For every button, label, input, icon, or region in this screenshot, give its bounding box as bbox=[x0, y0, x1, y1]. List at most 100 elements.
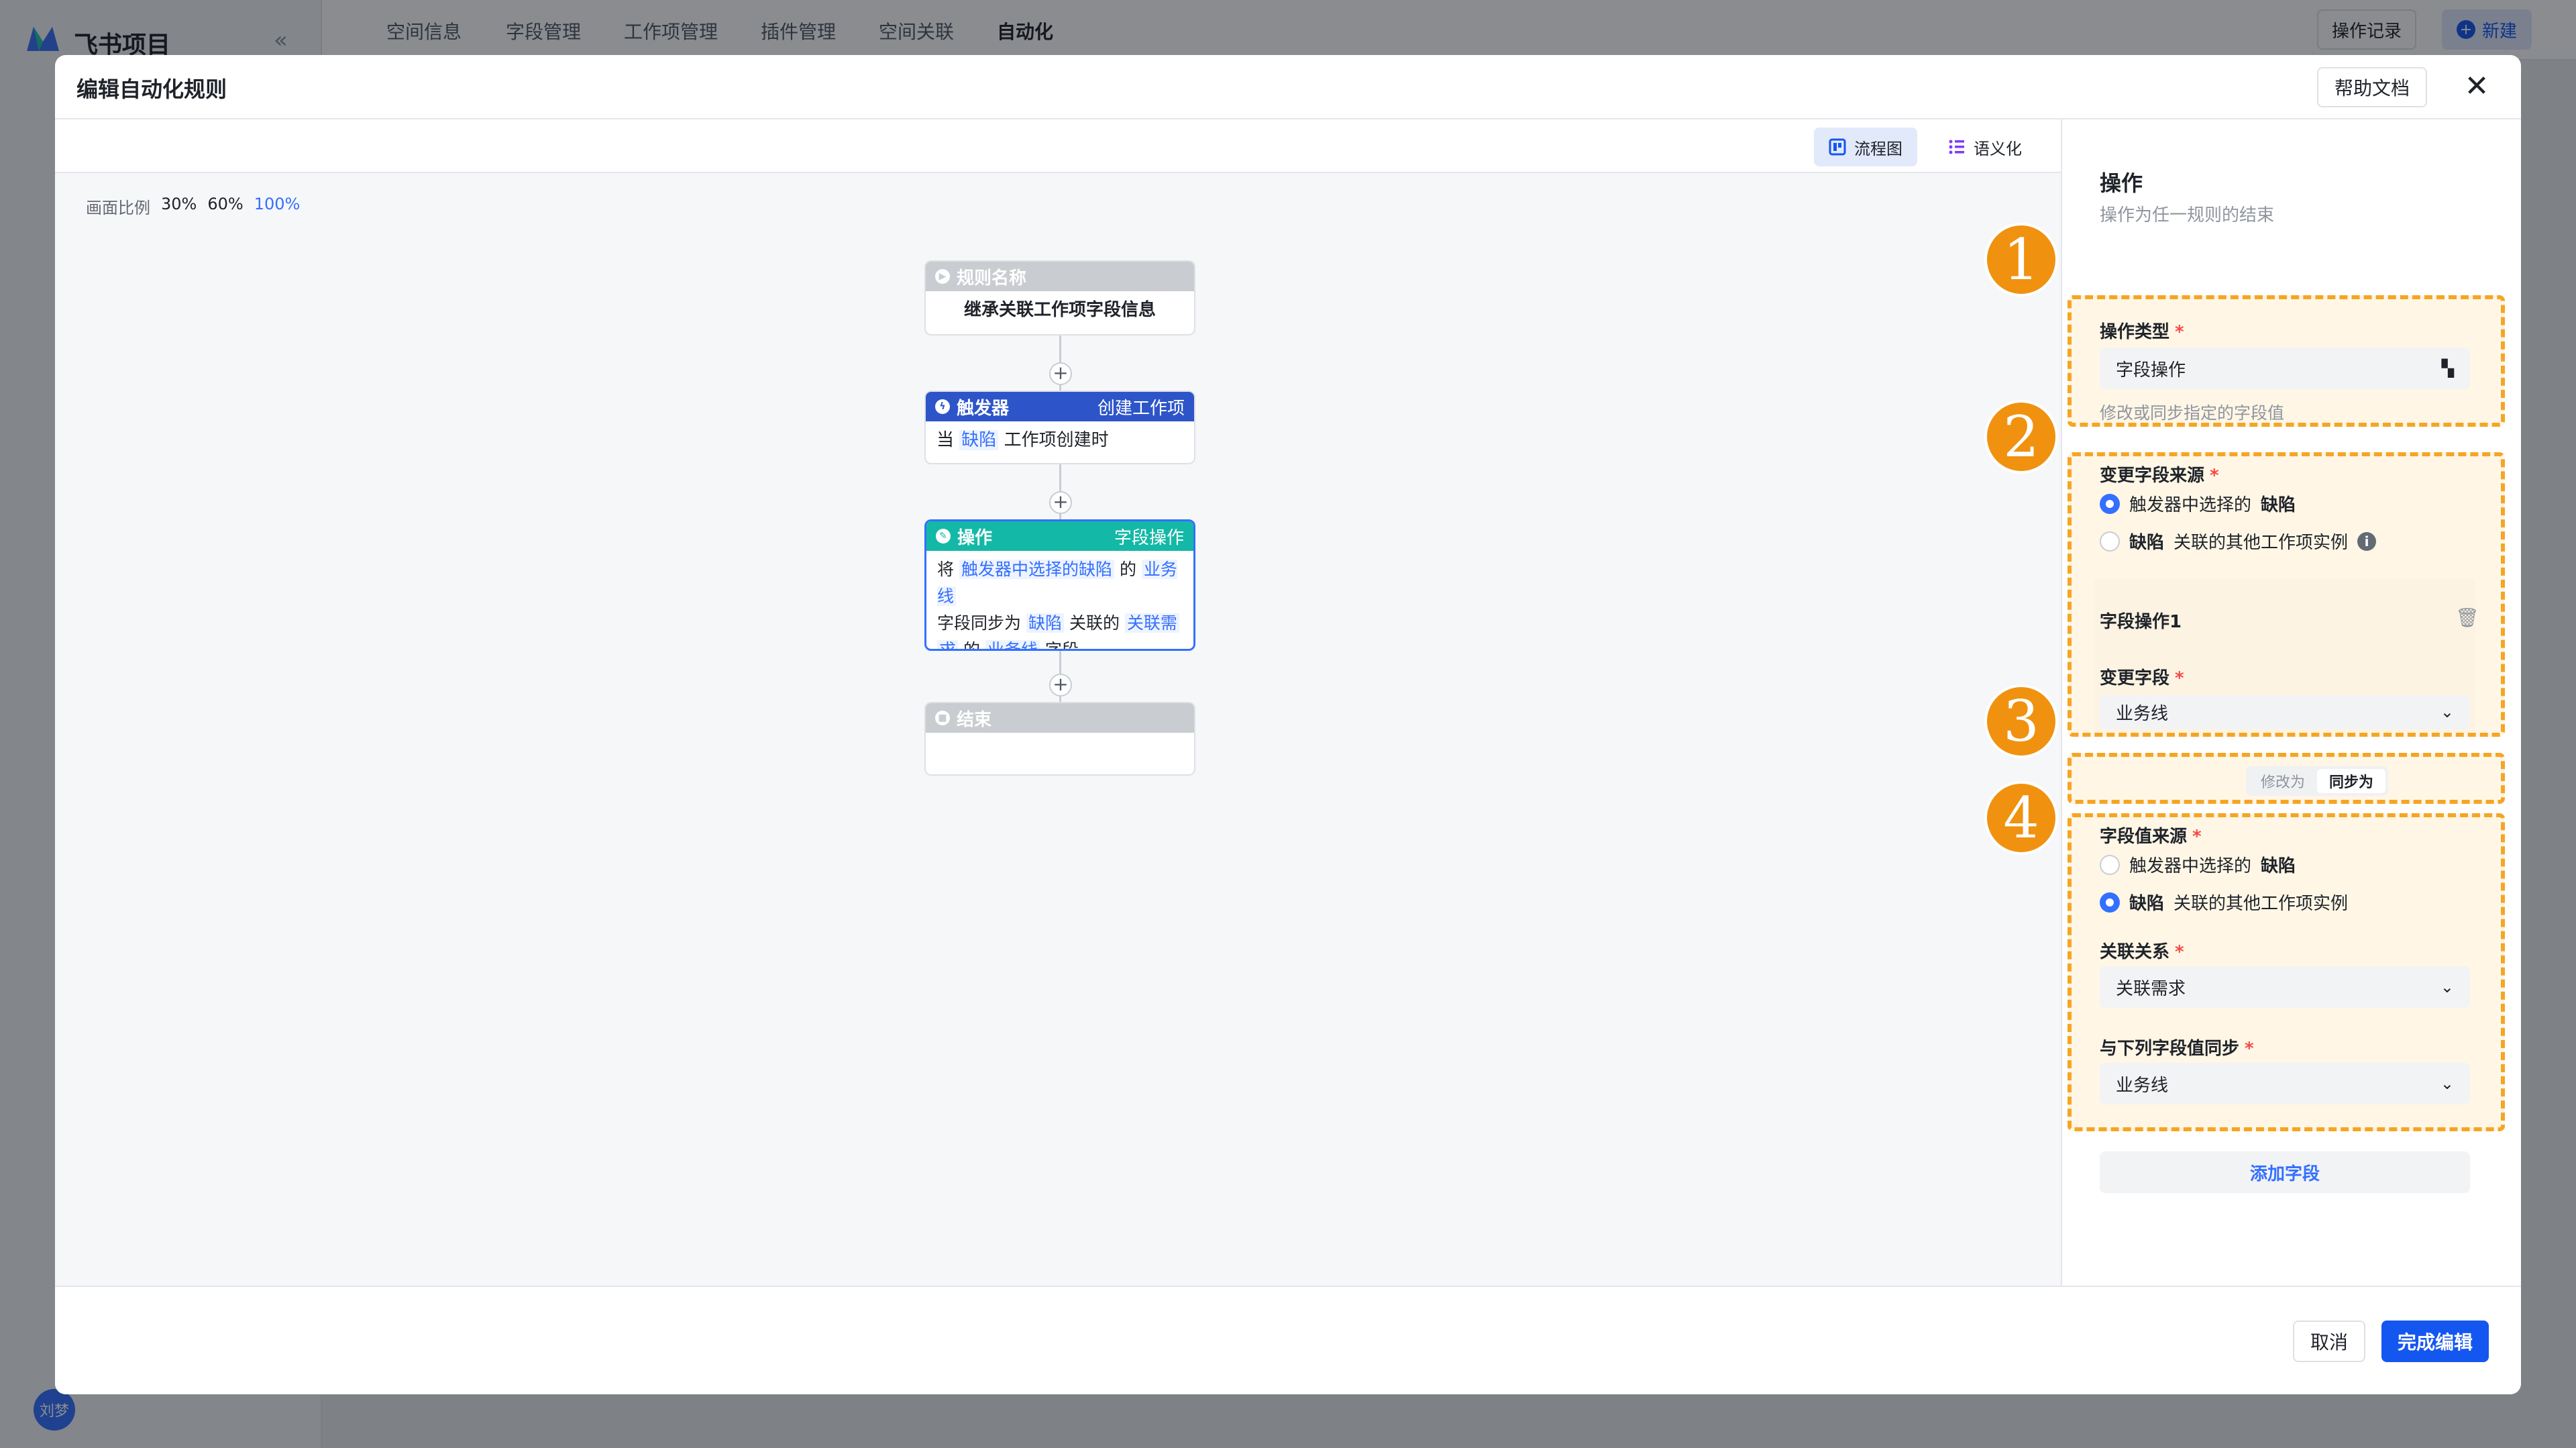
rule-name-node[interactable]: ▶ 规则名称 继承关联工作项字段信息 bbox=[924, 260, 1195, 335]
view-toggle-bar: 流程图 语义化 bbox=[55, 119, 2061, 173]
callout-badge-3: 3 bbox=[1984, 684, 2058, 758]
flow-canvas[interactable]: 流程图 语义化 画面比例 30% 60% 100% ▶ 规则名称 继承关联工作项… bbox=[55, 119, 2061, 1286]
trigger-node-title: 触发器 bbox=[957, 398, 1010, 419]
trigger-text: 工作项创建时 bbox=[1004, 430, 1109, 450]
sync-field-label: 与下列字段值同步 * bbox=[2100, 1039, 2254, 1059]
finish-editing-button[interactable]: 完成编辑 bbox=[2381, 1321, 2489, 1362]
radio-unselected[interactable] bbox=[2100, 531, 2120, 552]
operation-type-select[interactable]: 字段操作 ▚ bbox=[2100, 348, 2470, 389]
rule-name-node-title: 规则名称 bbox=[957, 268, 1027, 289]
action-text: 关联的 bbox=[1069, 613, 1120, 633]
trigger-node[interactable]: ϟ 触发器 创建工作项 当 缺陷 工作项创建时 bbox=[924, 391, 1195, 464]
action-text: 字段同步为 bbox=[937, 613, 1022, 633]
dialog-footer: 取消 完成编辑 bbox=[55, 1286, 2521, 1394]
play-icon: ▶ bbox=[935, 269, 950, 284]
trigger-text: 当 bbox=[936, 430, 955, 450]
sync-field-value: 业务线 bbox=[2116, 1075, 2169, 1096]
rule-name-value: 继承关联工作项字段信息 bbox=[963, 300, 1156, 320]
relation-label: 关联关系 * bbox=[2100, 942, 2184, 962]
callout-badge-1: 1 bbox=[1984, 223, 2058, 297]
action-node-header: ✎ 操作 字段操作 bbox=[926, 521, 1193, 551]
callout-badge-2: 2 bbox=[1984, 400, 2058, 474]
zoom-controls: 画面比例 30% 60% 100% bbox=[86, 195, 300, 218]
zoom-60[interactable]: 60% bbox=[207, 195, 243, 218]
value-option-trigger[interactable]: 触发器中选择的 缺陷 bbox=[2100, 852, 2296, 877]
modify-option[interactable]: 修改为 bbox=[2249, 769, 2317, 793]
source-option-related[interactable]: 缺陷 关联的其他工作项实例 i bbox=[2100, 529, 2377, 554]
semantic-view-label: 语义化 bbox=[1974, 139, 2022, 158]
lightning-icon: ϟ bbox=[935, 399, 950, 414]
action-text: 的 bbox=[1119, 560, 1136, 579]
sync-field-select[interactable]: 业务线 ⌄ bbox=[2100, 1063, 2470, 1104]
value-option-text: 关联的其他工作项实例 bbox=[2174, 894, 2349, 914]
modify-sync-toggle[interactable]: 修改为 同步为 bbox=[2246, 766, 2389, 796]
action-source: 触发器中选择的缺陷 bbox=[959, 560, 1114, 579]
end-node-header: ■ 结束 bbox=[926, 703, 1194, 733]
list-icon bbox=[1949, 140, 1964, 154]
trash-icon[interactable]: 🗑 bbox=[2455, 607, 2479, 629]
action-text: 字段 bbox=[1044, 640, 1079, 651]
source-option-item: 缺陷 bbox=[2129, 533, 2165, 553]
radio-selected[interactable] bbox=[2100, 892, 2120, 913]
flowchart-view-label: 流程图 bbox=[1854, 139, 1902, 158]
add-field-button[interactable]: 添加字段 bbox=[2100, 1151, 2470, 1193]
cancel-button[interactable]: 取消 bbox=[2293, 1321, 2365, 1362]
dialog-header: 编辑自动化规则 帮助文档 ✕ bbox=[55, 55, 2521, 119]
end-node-title: 结束 bbox=[957, 709, 992, 730]
wrench-icon: ✎ bbox=[936, 529, 951, 544]
zoom-label: 画面比例 bbox=[86, 199, 150, 217]
relation-select[interactable]: 关联需求 ⌄ bbox=[2100, 966, 2470, 1008]
end-node[interactable]: ■ 结束 bbox=[924, 702, 1195, 776]
panel-subtitle: 操作为任一规则的结束 bbox=[2100, 205, 2275, 225]
change-field-select[interactable]: 业务线 ⌄ bbox=[2100, 695, 2470, 729]
source-option-text: 关联的其他工作项实例 bbox=[2174, 533, 2349, 553]
source-option-item: 缺陷 bbox=[2261, 495, 2296, 515]
trigger-node-header: ϟ 触发器 创建工作项 bbox=[926, 392, 1194, 421]
relation-value: 关联需求 bbox=[2116, 978, 2186, 999]
stop-icon: ■ bbox=[935, 711, 950, 725]
add-step-button[interactable]: + bbox=[1049, 362, 1072, 385]
operation-type-hint: 修改或同步指定的字段值 bbox=[2100, 403, 2285, 423]
panel-title: 操作 bbox=[2100, 170, 2143, 196]
edit-automation-rule-dialog: 编辑自动化规则 帮助文档 ✕ 流程图 语义化 画面比例 30% 60% 100%… bbox=[55, 55, 2521, 1394]
close-icon[interactable]: ✕ bbox=[2457, 64, 2497, 107]
zoom-30[interactable]: 30% bbox=[161, 195, 197, 218]
help-docs-button[interactable]: 帮助文档 bbox=[2317, 67, 2427, 107]
trigger-node-body: 当 缺陷 工作项创建时 bbox=[926, 421, 1194, 459]
add-step-button[interactable]: + bbox=[1049, 491, 1072, 514]
rule-name-node-header: ▶ 规则名称 bbox=[926, 262, 1194, 291]
trigger-node-tag: 创建工作项 bbox=[1097, 398, 1185, 419]
semantic-view-button[interactable]: 语义化 bbox=[1933, 127, 2037, 166]
radio-selected[interactable] bbox=[2100, 493, 2120, 514]
source-option-trigger[interactable]: 触发器中选择的 缺陷 bbox=[2100, 491, 2296, 516]
sync-option[interactable]: 同步为 bbox=[2317, 769, 2386, 793]
highlight-mode-toggle: 修改为 同步为 bbox=[2068, 753, 2505, 804]
dialog-title: 编辑自动化规则 bbox=[76, 76, 227, 102]
info-icon[interactable]: i bbox=[2357, 531, 2377, 551]
operation-type-value: 字段操作 bbox=[2116, 360, 2186, 380]
action-node[interactable]: ✎ 操作 字段操作 将 触发器中选择的缺陷 的 业务线 字段同步为 缺陷 关联的… bbox=[924, 519, 1195, 651]
flowchart-view-button[interactable]: 流程图 bbox=[1814, 127, 1917, 166]
source-option-text: 触发器中选择的 bbox=[2129, 495, 2252, 515]
change-field-value: 业务线 bbox=[2116, 703, 2169, 724]
value-source-label: 字段值来源 * bbox=[2100, 827, 2202, 847]
value-option-text: 触发器中选择的 bbox=[2129, 856, 2252, 876]
action-text: 的 bbox=[963, 640, 980, 651]
chevron-down-icon: ⌄ bbox=[2440, 1074, 2454, 1093]
flowchart-icon bbox=[1829, 138, 1846, 156]
action-node-tag: 字段操作 bbox=[1114, 527, 1184, 548]
change-field-label: 变更字段 * bbox=[2100, 668, 2184, 688]
add-step-button[interactable]: + bbox=[1049, 674, 1072, 696]
action-item-type: 缺陷 bbox=[1026, 613, 1064, 633]
value-option-related[interactable]: 缺陷 关联的其他工作项实例 bbox=[2100, 890, 2348, 915]
operation-type-label: 操作类型 * bbox=[2100, 322, 2184, 342]
zoom-100[interactable]: 100% bbox=[254, 195, 301, 218]
trigger-item-type: 缺陷 bbox=[959, 430, 999, 450]
chevron-down-icon: ⌄ bbox=[2440, 978, 2454, 996]
radio-unselected[interactable] bbox=[2100, 854, 2120, 875]
field-operation-title: 字段操作1 bbox=[2100, 612, 2182, 632]
action-settings-panel: 操作 操作为任一规则的结束 操作类型 * 字段操作 ▚ 修改或同步指定的字段值 变… bbox=[2061, 119, 2521, 1286]
action-target-field: 业务线 bbox=[985, 640, 1040, 649]
change-source-label: 变更字段来源 * bbox=[2100, 466, 2219, 486]
value-option-item: 缺陷 bbox=[2129, 894, 2165, 914]
